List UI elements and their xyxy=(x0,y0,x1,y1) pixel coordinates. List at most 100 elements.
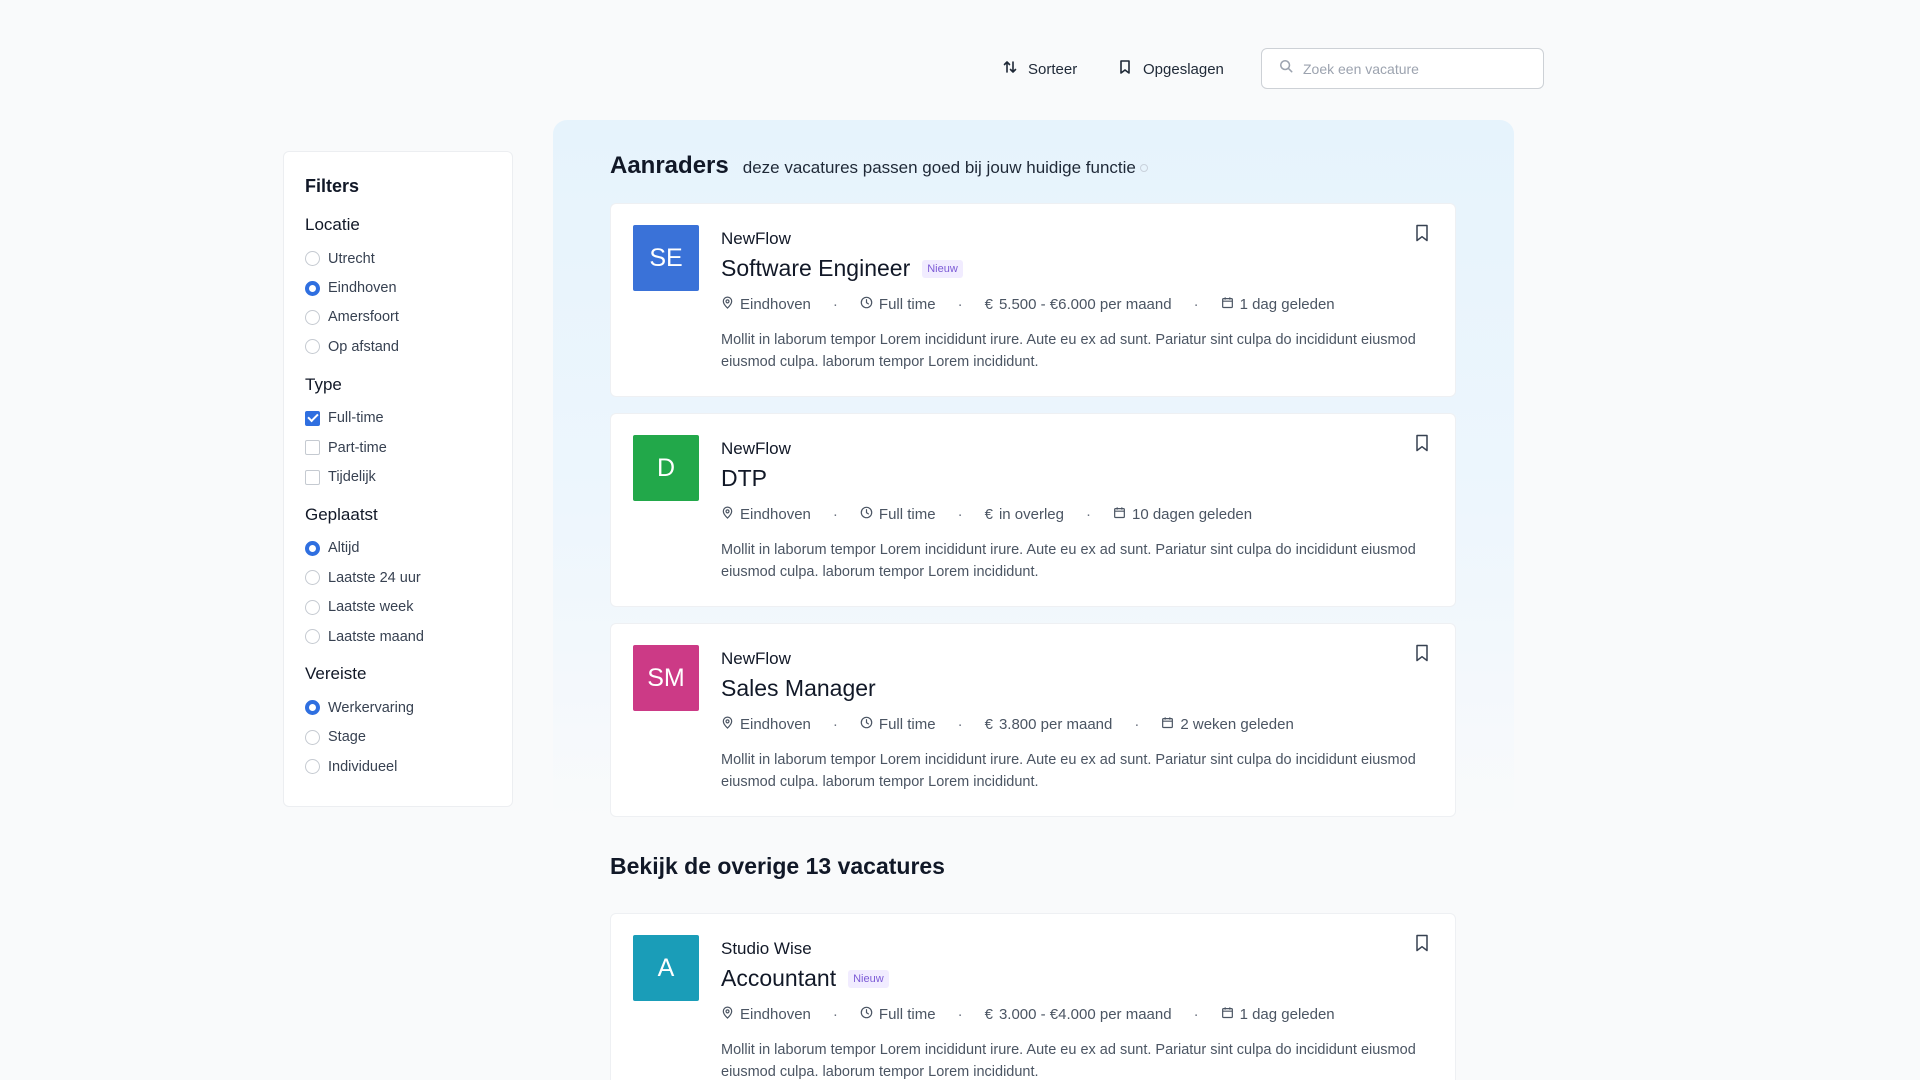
job-title[interactable]: Sales Manager xyxy=(721,675,876,702)
filter-option[interactable]: Op afstand xyxy=(305,332,491,361)
company-logo: D xyxy=(633,435,699,501)
job-title-row: Accountant Nieuw xyxy=(721,965,889,992)
filter-group-title: Locatie xyxy=(305,215,360,234)
filter-radio[interactable] xyxy=(305,339,320,355)
job-posted-text: 2 weken geleden xyxy=(1180,716,1294,733)
location-pin-icon xyxy=(721,716,734,733)
filter-option-label: Stage xyxy=(328,729,366,746)
job-salary-text: in overleg xyxy=(998,506,1064,523)
filter-checkbox[interactable] xyxy=(305,469,320,485)
job-meta: Eindhoven · Full time · €3.800 per maand · 2 w… xyxy=(721,716,1294,733)
filter-option-label: Full-time xyxy=(328,410,384,427)
job-hours: Full time xyxy=(860,296,936,313)
filter-radio[interactable] xyxy=(305,540,320,556)
job-hours-text: Full time xyxy=(878,506,936,523)
filter-option[interactable]: Laatste week xyxy=(305,593,491,622)
job-card[interactable]: SE NewFlow Software Engineer Nieuw Eindhoven… xyxy=(610,203,1456,397)
filter-group-title: Vereiste xyxy=(305,664,367,684)
filter-option[interactable]: Altijd xyxy=(305,534,491,563)
filter-option[interactable]: Utrecht xyxy=(305,244,491,273)
filter-option-label: Op afstand xyxy=(328,338,399,355)
filter-checkbox[interactable] xyxy=(305,410,320,426)
meta-separator: · xyxy=(957,716,963,733)
job-title[interactable]: Accountant xyxy=(721,965,836,992)
company-logo: A xyxy=(633,935,699,1001)
bookmark-icon[interactable] xyxy=(1415,434,1429,452)
filter-option[interactable]: Individueel xyxy=(305,752,491,781)
filters-title: Filters xyxy=(305,176,360,196)
meta-separator: · xyxy=(832,506,838,523)
company-name: NewFlow xyxy=(721,649,791,668)
job-hours-text: Full time xyxy=(878,296,936,313)
job-posted-text: 1 dag geleden xyxy=(1239,1006,1335,1023)
job-salary: €3.000 - €4.000 per maand xyxy=(985,1006,1172,1023)
job-description: Mollit in laborum tempor Lorem incididun… xyxy=(721,542,1416,580)
filter-option[interactable]: Werkervaring xyxy=(305,693,491,722)
sort-button[interactable]: Sorteer xyxy=(1002,48,1077,90)
filter-option-label: Utrecht xyxy=(328,250,375,267)
filter-radio[interactable] xyxy=(305,700,320,716)
filter-radio[interactable] xyxy=(305,729,320,745)
filter-checkbox[interactable] xyxy=(305,440,320,456)
job-card[interactable]: SM NewFlow Sales Manager Eindhoven · Full tim… xyxy=(610,623,1456,817)
job-salary: €3.800 per maand xyxy=(985,716,1113,733)
job-description: Mollit in laborum tempor Lorem incididun… xyxy=(721,1042,1416,1080)
bookmark-icon[interactable] xyxy=(1415,224,1429,242)
clock-icon xyxy=(860,1006,873,1023)
filter-radio[interactable] xyxy=(305,759,320,775)
filter-option[interactable]: Laatste maand xyxy=(305,622,491,651)
meta-separator: · xyxy=(1085,506,1091,523)
company-initials: SE xyxy=(649,243,683,272)
company-initials: A xyxy=(657,953,675,982)
filter-option[interactable]: Part-time xyxy=(305,433,491,462)
saved-button[interactable]: Opgeslagen xyxy=(1117,48,1224,90)
filter-radio[interactable] xyxy=(305,599,320,615)
euro-icon: € xyxy=(984,716,993,733)
filter-radio[interactable] xyxy=(305,570,320,586)
filter-option[interactable]: Full-time xyxy=(305,404,491,433)
filter-radio[interactable] xyxy=(305,251,320,267)
job-location-text: Eindhoven xyxy=(740,506,811,523)
filter-radio[interactable] xyxy=(305,309,320,325)
new-badge: Nieuw xyxy=(848,969,889,988)
job-posted: 2 weken geleden xyxy=(1161,716,1294,733)
sort-label: Sorteer xyxy=(1028,60,1078,78)
meta-separator: · xyxy=(1193,296,1199,313)
calendar-icon xyxy=(1221,296,1234,313)
search-input[interactable] xyxy=(1303,60,1523,77)
filter-option[interactable]: Stage xyxy=(305,723,491,752)
job-posted: 10 dagen geleden xyxy=(1113,506,1252,523)
bookmark-icon xyxy=(1117,59,1133,79)
filter-option[interactable]: Laatste 24 uur xyxy=(305,563,491,592)
filter-radio[interactable] xyxy=(305,629,320,645)
job-posted-text: 1 dag geleden xyxy=(1239,296,1335,313)
filter-group-type: Type Full-time Part-time Tijdelijk xyxy=(305,375,491,492)
filter-option-label: Individueel xyxy=(328,758,398,775)
filter-option[interactable]: Eindhoven xyxy=(305,273,491,302)
filter-option-label: Laatste maand xyxy=(328,628,424,645)
company-name: NewFlow xyxy=(721,229,791,248)
bookmark-icon[interactable] xyxy=(1415,644,1429,662)
meta-separator: · xyxy=(957,506,963,523)
job-location-text: Eindhoven xyxy=(740,1006,811,1023)
job-hours: Full time xyxy=(860,716,936,733)
job-title[interactable]: Software Engineer xyxy=(721,255,910,282)
filter-option-label: Altijd xyxy=(328,540,360,557)
filter-groups: Locatie Utrecht Eindhoven Amersfoort Op afst… xyxy=(305,215,491,781)
job-card[interactable]: D NewFlow DTP Eindhoven · Full time · € in overl… xyxy=(610,413,1456,607)
location-pin-icon xyxy=(721,296,734,313)
filter-option[interactable]: Tijdelijk xyxy=(305,462,491,491)
company-initials: D xyxy=(656,453,676,482)
bookmark-icon[interactable] xyxy=(1415,934,1429,952)
job-title-row: Sales Manager xyxy=(721,675,876,702)
info-icon[interactable] xyxy=(1139,164,1148,172)
clock-icon xyxy=(860,506,873,523)
filter-option[interactable]: Amersfoort xyxy=(305,303,491,332)
filter-radio[interactable] xyxy=(305,280,320,296)
saved-label: Opgeslagen xyxy=(1143,60,1224,78)
meta-separator: · xyxy=(957,296,963,313)
job-title[interactable]: DTP xyxy=(721,465,767,492)
search-box xyxy=(1261,48,1544,89)
job-card[interactable]: A Studio Wise Accountant Nieuw Eindhoven · Ful… xyxy=(610,913,1456,1080)
filter-option-label: Laatste week xyxy=(328,599,414,616)
